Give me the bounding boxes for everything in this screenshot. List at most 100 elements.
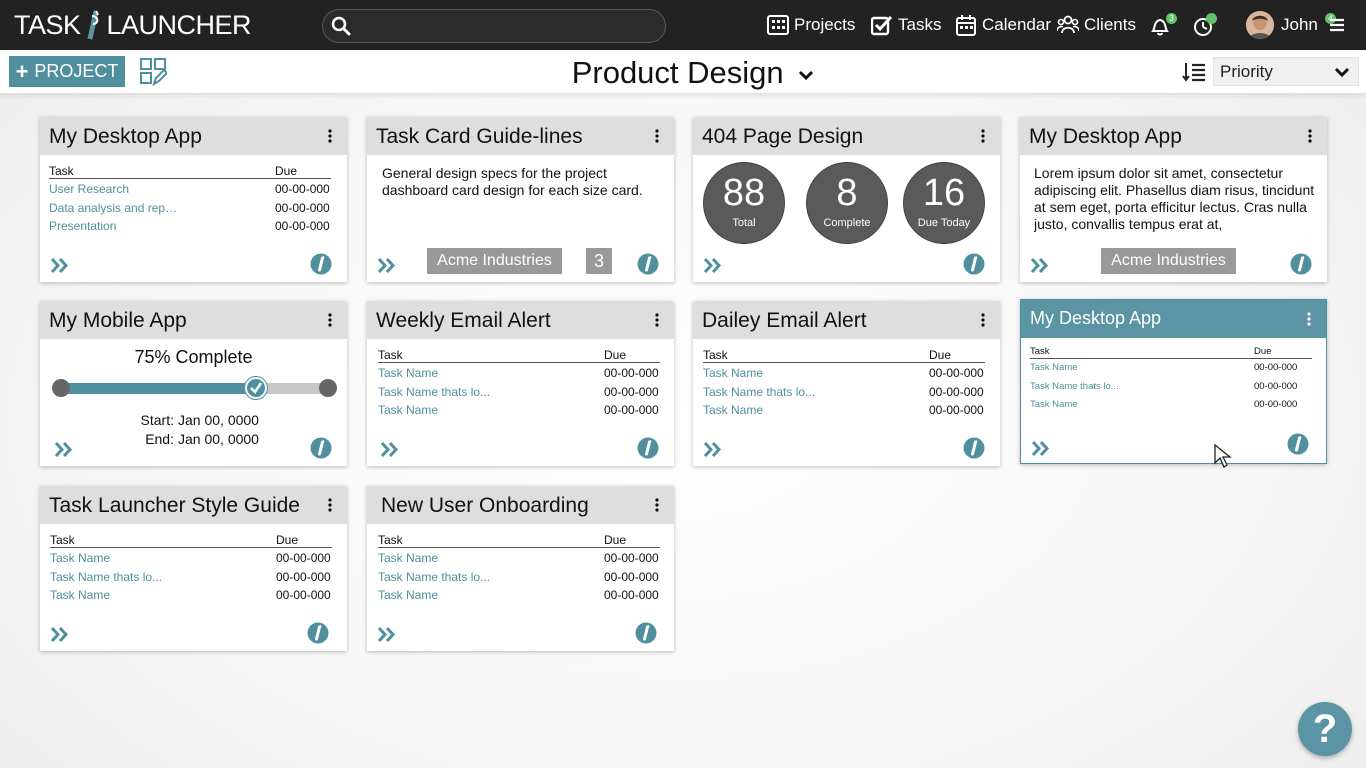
- info-icon[interactable]: [963, 437, 985, 459]
- task-link[interactable]: Task Name: [378, 551, 438, 565]
- project-card-active[interactable]: My Desktop App Task Due Task Name 00-00-0…: [1020, 299, 1327, 464]
- more-options-icon[interactable]: [327, 313, 333, 327]
- nav-tasks[interactable]: Tasks: [871, 0, 941, 50]
- double-chevron-right-icon[interactable]: [377, 626, 396, 643]
- progress-handle[interactable]: [245, 377, 267, 399]
- search-icon[interactable]: [331, 16, 351, 36]
- more-options-icon[interactable]: [1306, 312, 1312, 326]
- more-options-icon[interactable]: [654, 129, 660, 143]
- due-date: 00-00-000: [1254, 362, 1298, 373]
- task-link[interactable]: Task Name: [378, 366, 438, 380]
- card-title: My Desktop App: [1030, 308, 1162, 328]
- card-title: Dailey Email Alert: [702, 309, 867, 332]
- task-link[interactable]: Task Name thats lo...: [50, 570, 162, 584]
- more-options-icon[interactable]: [654, 313, 660, 327]
- help-button[interactable]: ?: [1298, 702, 1352, 756]
- nav-calendar[interactable]: Calendar: [955, 0, 1051, 50]
- card-header: My Mobile App: [40, 301, 347, 339]
- table-row: Task Name thats lo... 00-00-000: [703, 382, 985, 401]
- date-range: Start: Jan 00, 0000 End: Jan 00, 0000: [124, 411, 259, 449]
- info-icon[interactable]: [637, 253, 659, 275]
- more-options-icon[interactable]: [327, 129, 333, 143]
- add-project-button[interactable]: + PROJECT: [9, 56, 125, 87]
- project-title-dropdown[interactable]: Product Design: [480, 55, 906, 91]
- info-icon[interactable]: [635, 622, 657, 644]
- project-card[interactable]: My Mobile App 75% Complete Start: Jan 00,…: [40, 301, 347, 466]
- table-header: Task Due: [703, 348, 985, 363]
- info-icon[interactable]: [310, 253, 332, 275]
- task-link[interactable]: Task Name thats lo...: [378, 570, 490, 584]
- more-options-icon[interactable]: [980, 313, 986, 327]
- task-link[interactable]: Task Name: [703, 403, 763, 417]
- table-row: Task Name 00-00-000: [50, 548, 332, 567]
- more-options-icon[interactable]: [327, 498, 333, 512]
- double-chevron-right-icon[interactable]: [1030, 257, 1049, 274]
- card-title: My Desktop App: [1029, 125, 1182, 148]
- double-chevron-right-icon[interactable]: [380, 441, 399, 458]
- app-logo[interactable]: TASK LAUNCHER: [14, 9, 252, 41]
- task-link[interactable]: Task Name: [378, 588, 438, 602]
- card-header: Task Card Guide-lines: [367, 117, 674, 155]
- double-chevron-right-icon[interactable]: [50, 626, 69, 643]
- chevron-down-icon: [799, 70, 814, 80]
- project-card[interactable]: My Desktop App Lorem ipsum dolor sit ame…: [1020, 117, 1327, 282]
- task-link[interactable]: Data analysis and rep…: [49, 201, 177, 215]
- due-date: 00-00-000: [1254, 399, 1298, 410]
- project-card[interactable]: Task Card Guide-lines General design spe…: [367, 117, 674, 282]
- double-chevron-right-icon[interactable]: [1031, 440, 1050, 457]
- more-options-icon[interactable]: [654, 498, 660, 512]
- info-icon[interactable]: [637, 437, 659, 459]
- project-card[interactable]: 404 Page Design 88 Total 8 Complete 16 D…: [693, 117, 1000, 282]
- stat-value: 8: [836, 172, 858, 214]
- double-chevron-right-icon[interactable]: [54, 441, 73, 458]
- due-date: 00-00-000: [929, 403, 984, 417]
- task-column-header: Task: [378, 348, 403, 362]
- client-tag[interactable]: Acme Industries: [1101, 248, 1236, 274]
- project-card[interactable]: Dailey Email Alert Task Due Task Name 00-…: [693, 301, 1000, 466]
- task-link[interactable]: Task Name: [50, 551, 110, 565]
- due-date: 00-00-000: [275, 200, 330, 215]
- more-options-icon[interactable]: [1307, 129, 1313, 143]
- task-link[interactable]: Task Name: [1030, 362, 1078, 373]
- search-input[interactable]: [359, 14, 655, 38]
- more-options-icon[interactable]: [980, 129, 986, 143]
- double-chevron-right-icon[interactable]: [377, 257, 396, 274]
- task-column-header: Task: [378, 533, 403, 547]
- task-link[interactable]: Task Name: [703, 366, 763, 380]
- nav-projects[interactable]: Projects: [767, 0, 855, 50]
- double-chevron-right-icon[interactable]: [50, 257, 69, 274]
- task-link[interactable]: User Research: [49, 182, 129, 196]
- double-chevron-right-icon[interactable]: [703, 441, 722, 458]
- info-icon[interactable]: [963, 253, 985, 275]
- table-row: Task Name thats lo... 00-00-000: [378, 567, 660, 586]
- task-link[interactable]: Task Name thats lo...: [1030, 381, 1119, 392]
- card-title: Weekly Email Alert: [376, 309, 551, 332]
- nav-clients[interactable]: Clients: [1057, 0, 1136, 50]
- user-name[interactable]: John: [1281, 15, 1318, 35]
- task-link[interactable]: Task Name thats lo...: [703, 385, 815, 399]
- table-row: User Research 00-00-000: [49, 179, 331, 198]
- task-link[interactable]: Presentation: [49, 219, 116, 233]
- table-header: Task Due: [378, 533, 660, 548]
- nav-calendar-label: Calendar: [982, 15, 1051, 34]
- info-icon[interactable]: [1290, 253, 1312, 275]
- project-card[interactable]: Weekly Email Alert Task Due Task Name 00-…: [367, 301, 674, 466]
- task-link[interactable]: Task Name: [378, 403, 438, 417]
- info-icon[interactable]: [307, 622, 329, 644]
- menu-icon[interactable]: [1329, 17, 1345, 33]
- layout-edit-icon[interactable]: [139, 56, 167, 86]
- card-header: Dailey Email Alert: [693, 301, 1000, 339]
- client-tag[interactable]: Acme Industries: [427, 248, 562, 274]
- info-icon[interactable]: [1287, 433, 1309, 455]
- double-chevron-right-icon[interactable]: [703, 257, 722, 274]
- task-link[interactable]: Task Name thats lo...: [378, 385, 490, 399]
- sort-icon[interactable]: [1182, 62, 1206, 82]
- task-link[interactable]: Task Name: [1030, 399, 1078, 410]
- avatar[interactable]: [1246, 11, 1274, 39]
- sort-select[interactable]: Priority: [1213, 57, 1359, 86]
- project-card[interactable]: Task Launcher Style Guide Task Due Task …: [40, 486, 347, 651]
- task-link[interactable]: Task Name: [50, 588, 110, 602]
- project-card[interactable]: New User Onboarding Task Due Task Name 00…: [367, 486, 674, 651]
- info-icon[interactable]: [310, 437, 332, 459]
- project-card[interactable]: My Desktop App Task Due User Research 00-…: [40, 117, 347, 282]
